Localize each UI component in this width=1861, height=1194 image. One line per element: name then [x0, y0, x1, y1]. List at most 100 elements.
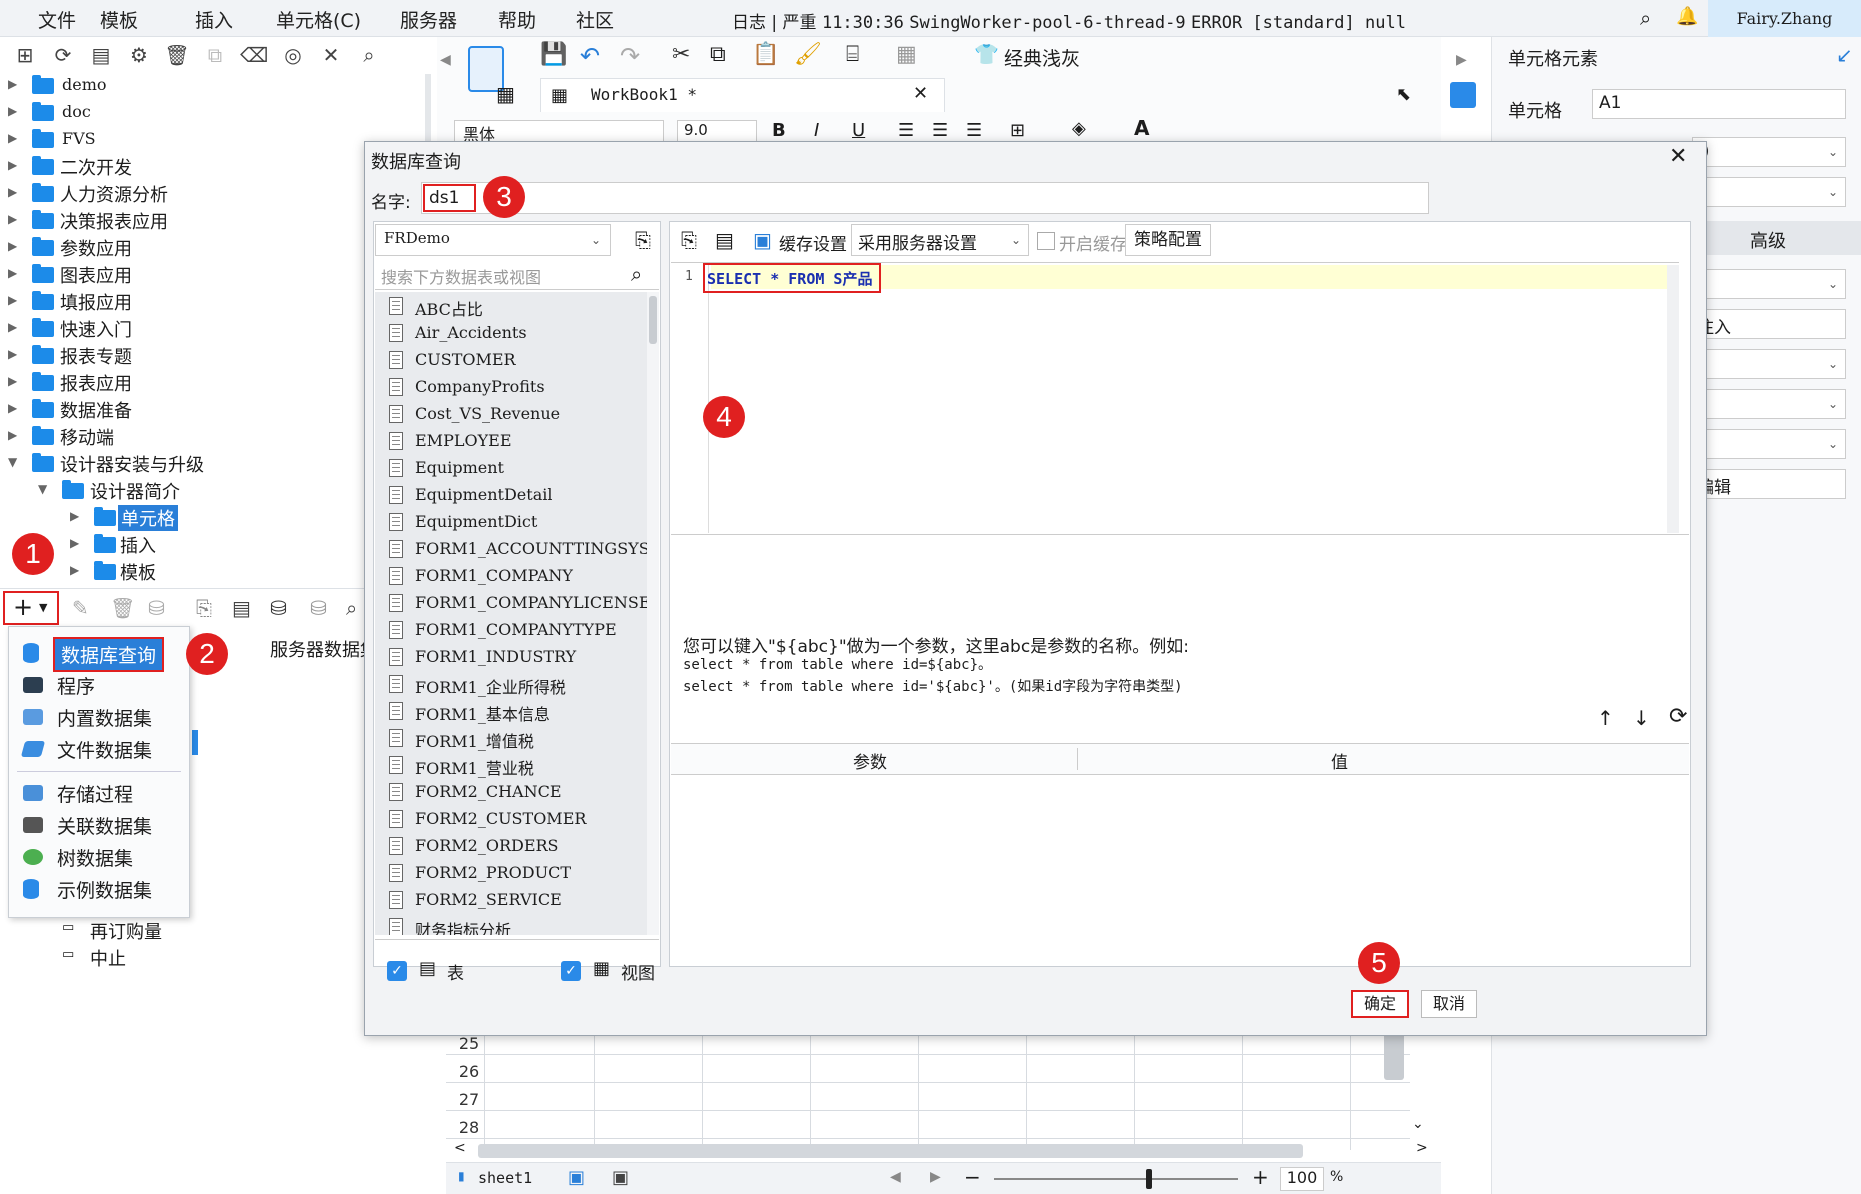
- param-table-body[interactable]: [671, 776, 1689, 964]
- table-list-item[interactable]: FORM2_CHANCE: [375, 778, 647, 805]
- sheet-tab[interactable]: sheet1: [478, 1169, 532, 1187]
- prop-select[interactable]: ⌄: [1692, 269, 1846, 299]
- menu-item-file[interactable]: 文件数据集: [9, 733, 187, 765]
- prop-select[interactable]: ⌄: [1692, 177, 1846, 207]
- table-list-item[interactable]: Cost_VS_Revenue: [375, 400, 647, 427]
- menu-item-program[interactable]: 程序: [9, 669, 187, 701]
- pin-panel-icon[interactable]: ↙: [1836, 43, 1853, 67]
- edit-connection-icon[interactable]: ⎘: [635, 228, 651, 252]
- name-field[interactable]: [421, 182, 1429, 214]
- edit-icon[interactable]: ✎: [72, 596, 89, 620]
- menu-item-tree[interactable]: 树数据集: [9, 841, 187, 873]
- add-sheet-icon[interactable]: ▣: [568, 1167, 585, 1188]
- prop-input[interactable]: 编辑: [1692, 469, 1846, 499]
- field-item[interactable]: 中止: [90, 945, 126, 971]
- menu-template[interactable]: 模板: [100, 6, 138, 33]
- search-dataset-icon[interactable]: ⌕: [346, 596, 357, 620]
- prop-select[interactable]: ⌄: [1692, 389, 1846, 419]
- font-select[interactable]: 黑体: [454, 120, 664, 144]
- table-list-item[interactable]: FORM1_企业所得税: [375, 670, 647, 697]
- clear-icon[interactable]: ⌫: [240, 42, 268, 68]
- table-list-item[interactable]: FORM1_增值税: [375, 724, 647, 751]
- connection-select[interactable]: FRDemo ⌄: [375, 224, 611, 256]
- menu-item-db-query[interactable]: 数据库查询: [9, 637, 187, 672]
- save-icon[interactable]: 💾: [540, 42, 567, 67]
- refresh-icon[interactable]: ⟳: [50, 42, 76, 68]
- sheet-grid[interactable]: [446, 1030, 1410, 1150]
- table-list-item[interactable]: FORM2_SERVICE: [375, 886, 647, 913]
- collapse-right-icon[interactable]: ▶: [1456, 52, 1467, 68]
- table-list-scrollbar[interactable]: [647, 292, 659, 935]
- horizontal-scrollbar[interactable]: [478, 1144, 1303, 1158]
- zoom-slider-handle[interactable]: [1146, 1169, 1152, 1189]
- format-query-icon[interactable]: ▤: [715, 228, 734, 252]
- table-list-item[interactable]: FORM1_COMPANYLICENSE: [375, 589, 647, 616]
- italic-icon[interactable]: I: [814, 120, 819, 141]
- add-sheet2-icon[interactable]: ▣: [612, 1167, 629, 1188]
- new-folder-icon[interactable]: ⊞: [12, 42, 38, 68]
- server-db-icon[interactable]: ⛁: [270, 596, 287, 620]
- table-list-item[interactable]: ABC占比: [375, 292, 647, 319]
- font-color-icon[interactable]: A: [1134, 116, 1149, 140]
- text-icon[interactable]: ⌸: [846, 42, 859, 67]
- table-checkbox[interactable]: ✓: [387, 961, 407, 981]
- cache-select[interactable]: 采用服务器设置 ⌄: [851, 224, 1029, 256]
- table-list-item[interactable]: 财务指标分析: [375, 913, 647, 935]
- next-sheet-icon[interactable]: ▶: [930, 1169, 941, 1185]
- move-up-icon[interactable]: ↑: [1597, 706, 1614, 730]
- add-dataset-button[interactable]: + ▼: [3, 591, 59, 625]
- policy-config-button[interactable]: 策略配置: [1125, 224, 1211, 256]
- prop-select[interactable]: ⌄: [1692, 349, 1846, 379]
- cancel-button[interactable]: 取消: [1421, 990, 1477, 1018]
- size-select[interactable]: 9.0: [677, 120, 757, 142]
- dataset-edit-icon[interactable]: ▤: [232, 596, 251, 620]
- field-item[interactable]: 再订购量: [90, 918, 162, 944]
- user-name[interactable]: Fairy.Zhang: [1708, 0, 1861, 37]
- settings-icon[interactable]: ⚙: [126, 42, 152, 68]
- menu-item-sample[interactable]: 示例数据集: [9, 873, 187, 905]
- table-search-input[interactable]: 搜索下方数据表或视图 ⌕: [375, 260, 659, 290]
- image-icon[interactable]: ▦: [896, 42, 917, 67]
- template-icon[interactable]: ▤: [88, 42, 114, 68]
- delete-dataset-icon[interactable]: 🗑: [110, 596, 135, 620]
- menu-community[interactable]: 社区: [576, 6, 614, 33]
- table-list-item[interactable]: Air_Accidents: [375, 319, 647, 346]
- pin-icon[interactable]: ⬉: [1396, 84, 1411, 105]
- border-icon[interactable]: ⊞: [1010, 120, 1025, 141]
- view-checkbox[interactable]: ✓: [561, 961, 581, 981]
- table-list-item[interactable]: FORM1_ACCOUNTTINGSYSTEM: [375, 535, 647, 562]
- align-right-icon[interactable]: ☰: [966, 120, 982, 141]
- delete-icon[interactable]: 🗑: [164, 42, 190, 68]
- table-list-item[interactable]: FORM1_基本信息: [375, 697, 647, 724]
- cut-icon[interactable]: ✂: [672, 42, 690, 67]
- fill-icon[interactable]: ◈: [1072, 118, 1086, 139]
- cell-input[interactable]: A1: [1592, 89, 1846, 119]
- zoom-out-icon[interactable]: −: [964, 1165, 981, 1189]
- close-tab-icon[interactable]: ✕: [913, 83, 928, 104]
- table-list-item[interactable]: FORM1_COMPANY: [375, 562, 647, 589]
- theme-name[interactable]: 经典浅灰: [1004, 44, 1080, 71]
- table-list-item[interactable]: FORM1_COMPANYTYPE: [375, 616, 647, 643]
- zoom-slider-track[interactable]: [994, 1178, 1238, 1180]
- table-list-item[interactable]: FORM1_营业税: [375, 751, 647, 778]
- theme-icon[interactable]: 👕: [974, 42, 999, 66]
- align-left-icon[interactable]: ☰: [898, 120, 914, 141]
- menu-item-builtin[interactable]: 内置数据集: [9, 701, 187, 733]
- redo-icon[interactable]: ↷: [620, 42, 640, 70]
- vertical-scrollbar[interactable]: [1384, 1030, 1404, 1080]
- menu-item-procedure[interactable]: 存储过程: [9, 777, 187, 809]
- enable-cache-checkbox[interactable]: [1037, 232, 1055, 250]
- log-line[interactable]: 日志 | 严重 11:30:36 SwingWorker-pool-6-thre…: [732, 8, 1406, 33]
- prop-select[interactable]: ⌄: [1692, 429, 1846, 459]
- copy-icon[interactable]: ⧉: [202, 42, 228, 68]
- bold-icon[interactable]: B: [772, 120, 786, 141]
- layout-icon[interactable]: [1450, 82, 1476, 108]
- server-dataset-tab[interactable]: 服务器数据集: [270, 636, 378, 662]
- table-list-item[interactable]: FORM2_PRODUCT: [375, 859, 647, 886]
- menu-server[interactable]: 服务器: [400, 6, 457, 33]
- underline-icon[interactable]: U: [852, 120, 865, 141]
- zoom-in-icon[interactable]: +: [1252, 1165, 1269, 1189]
- table-list-item[interactable]: EquipmentDetail: [375, 481, 647, 508]
- zoom-value[interactable]: 100: [1280, 1167, 1324, 1191]
- menu-cell[interactable]: 单元格(C): [276, 6, 361, 33]
